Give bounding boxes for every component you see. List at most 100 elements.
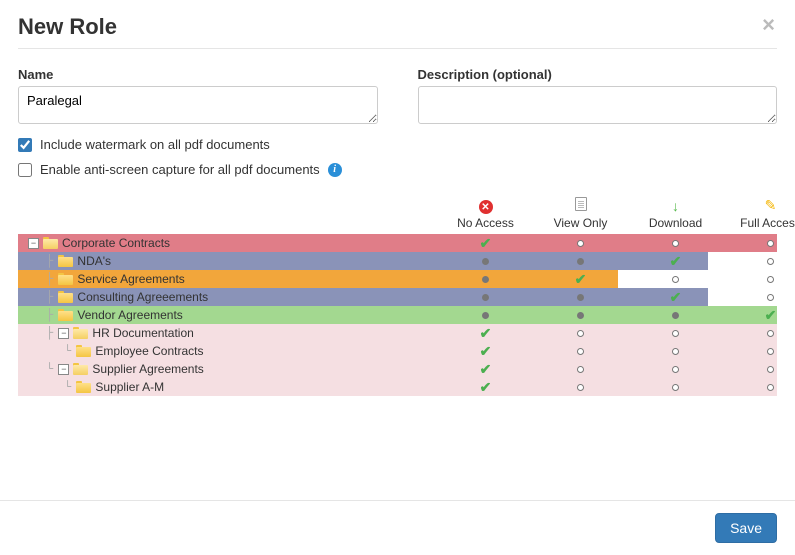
folder-label[interactable]: Corporate Contracts [62, 236, 170, 250]
perm-full-access[interactable] [723, 272, 795, 286]
radio-icon [577, 330, 584, 337]
folder-label[interactable]: Supplier Agreements [92, 362, 203, 376]
radio-icon [767, 276, 774, 283]
perm-view-only[interactable] [533, 308, 628, 322]
perm-full-access[interactable] [723, 290, 795, 304]
perm-no-access[interactable] [438, 308, 533, 322]
col-full-access: ✎ Full Access [723, 197, 795, 234]
folder-label[interactable]: Service Agreements [77, 272, 184, 286]
tree-label-cell: ├ Service Agreements [18, 270, 438, 288]
folder-label[interactable]: Supplier A-M [95, 380, 164, 394]
perm-full-access[interactable]: ✔ [723, 307, 795, 324]
perm-full-access[interactable] [723, 380, 795, 394]
perm-no-access[interactable]: ✔ [438, 361, 533, 378]
tree-label-cell: − Corporate Contracts [18, 234, 438, 252]
perm-no-access[interactable]: ✔ [438, 325, 533, 342]
description-input[interactable] [418, 86, 778, 124]
perm-full-access[interactable] [723, 344, 795, 358]
check-icon: ✔ [480, 325, 492, 341]
folder-icon [43, 237, 58, 249]
folder-label[interactable]: Employee Contracts [95, 344, 203, 358]
collapse-icon[interactable]: − [28, 238, 39, 249]
folder-icon [73, 363, 88, 375]
perm-view-only[interactable] [533, 254, 628, 268]
perm-view-only[interactable] [533, 236, 628, 250]
radio-icon [577, 258, 584, 265]
tree-connector: ├ [46, 290, 58, 304]
tree-label-cell: └ Employee Contracts [18, 342, 438, 360]
folder-label[interactable]: NDA's [77, 254, 111, 268]
radio-icon [767, 348, 774, 355]
perm-view-only[interactable] [533, 362, 628, 376]
perm-download[interactable]: ✔ [628, 253, 723, 270]
folder-icon [58, 255, 73, 267]
radio-icon [672, 348, 679, 355]
description-label: Description (optional) [418, 67, 778, 82]
perm-view-only[interactable] [533, 290, 628, 304]
radio-icon [672, 330, 679, 337]
radio-icon [577, 384, 584, 391]
radio-icon [577, 312, 584, 319]
radio-icon [767, 330, 774, 337]
perm-full-access[interactable] [723, 362, 795, 376]
tree-label-cell: └ − Supplier Agreements [18, 360, 438, 378]
perm-full-access[interactable] [723, 236, 795, 250]
folder-label[interactable]: HR Documentation [92, 326, 193, 340]
pencil-icon: ✎ [765, 197, 777, 213]
tree-row: ├ Consulting Agreeements ✔ [18, 288, 777, 306]
tree-row: ├ Service Agreements ✔ [18, 270, 777, 288]
antiscreen-checkbox[interactable] [18, 163, 32, 177]
perm-download[interactable] [628, 326, 723, 340]
antiscreen-row: Enable anti-screen capture for all pdf d… [18, 162, 777, 177]
divider [18, 48, 777, 49]
collapse-icon[interactable]: − [58, 364, 69, 375]
perm-download[interactable]: ✔ [628, 289, 723, 306]
antiscreen-label: Enable anti-screen capture for all pdf d… [40, 162, 320, 177]
collapse-icon[interactable]: − [58, 328, 69, 339]
check-icon: ✔ [670, 289, 682, 305]
perm-view-only[interactable] [533, 344, 628, 358]
radio-icon [672, 384, 679, 391]
folder-label[interactable]: Vendor Agreements [77, 308, 182, 322]
radio-icon [672, 276, 679, 283]
tree-connector: └ [46, 362, 58, 376]
perm-no-access[interactable] [438, 290, 533, 304]
perm-view-only[interactable] [533, 326, 628, 340]
check-icon: ✔ [765, 307, 777, 323]
name-input[interactable]: Paralegal [18, 86, 378, 124]
close-icon[interactable]: × [762, 12, 775, 38]
perm-no-access[interactable]: ✔ [438, 235, 533, 252]
perm-download[interactable] [628, 272, 723, 286]
download-arrow-icon: ↓ [672, 198, 679, 214]
folder-icon [58, 291, 73, 303]
folder-label[interactable]: Consulting Agreeements [77, 290, 208, 304]
perm-view-only[interactable]: ✔ [533, 271, 628, 288]
folder-icon [58, 309, 73, 321]
col-view-only-label: View Only [554, 216, 608, 230]
info-icon[interactable]: i [328, 163, 342, 177]
watermark-checkbox[interactable] [18, 138, 32, 152]
perm-full-access[interactable] [723, 326, 795, 340]
watermark-row: Include watermark on all pdf documents [18, 137, 777, 152]
perm-download[interactable] [628, 308, 723, 322]
radio-icon [672, 312, 679, 319]
perm-view-only[interactable] [533, 380, 628, 394]
check-icon: ✔ [480, 379, 492, 395]
radio-icon [577, 240, 584, 247]
perm-no-access[interactable]: ✔ [438, 343, 533, 360]
perm-download[interactable] [628, 380, 723, 394]
perm-full-access[interactable] [723, 254, 795, 268]
perm-download[interactable] [628, 236, 723, 250]
permissions-table: ✕ No Access View Only ↓ Download ✎ Full … [18, 197, 777, 396]
check-icon: ✔ [670, 253, 682, 269]
perm-no-access[interactable] [438, 272, 533, 286]
perm-no-access[interactable] [438, 254, 533, 268]
check-icon: ✔ [480, 343, 492, 359]
col-download: ↓ Download [628, 198, 723, 234]
radio-icon [767, 258, 774, 265]
perm-download[interactable] [628, 362, 723, 376]
perm-download[interactable] [628, 344, 723, 358]
folder-icon [58, 273, 73, 285]
perm-no-access[interactable]: ✔ [438, 379, 533, 396]
save-button[interactable]: Save [715, 513, 777, 543]
